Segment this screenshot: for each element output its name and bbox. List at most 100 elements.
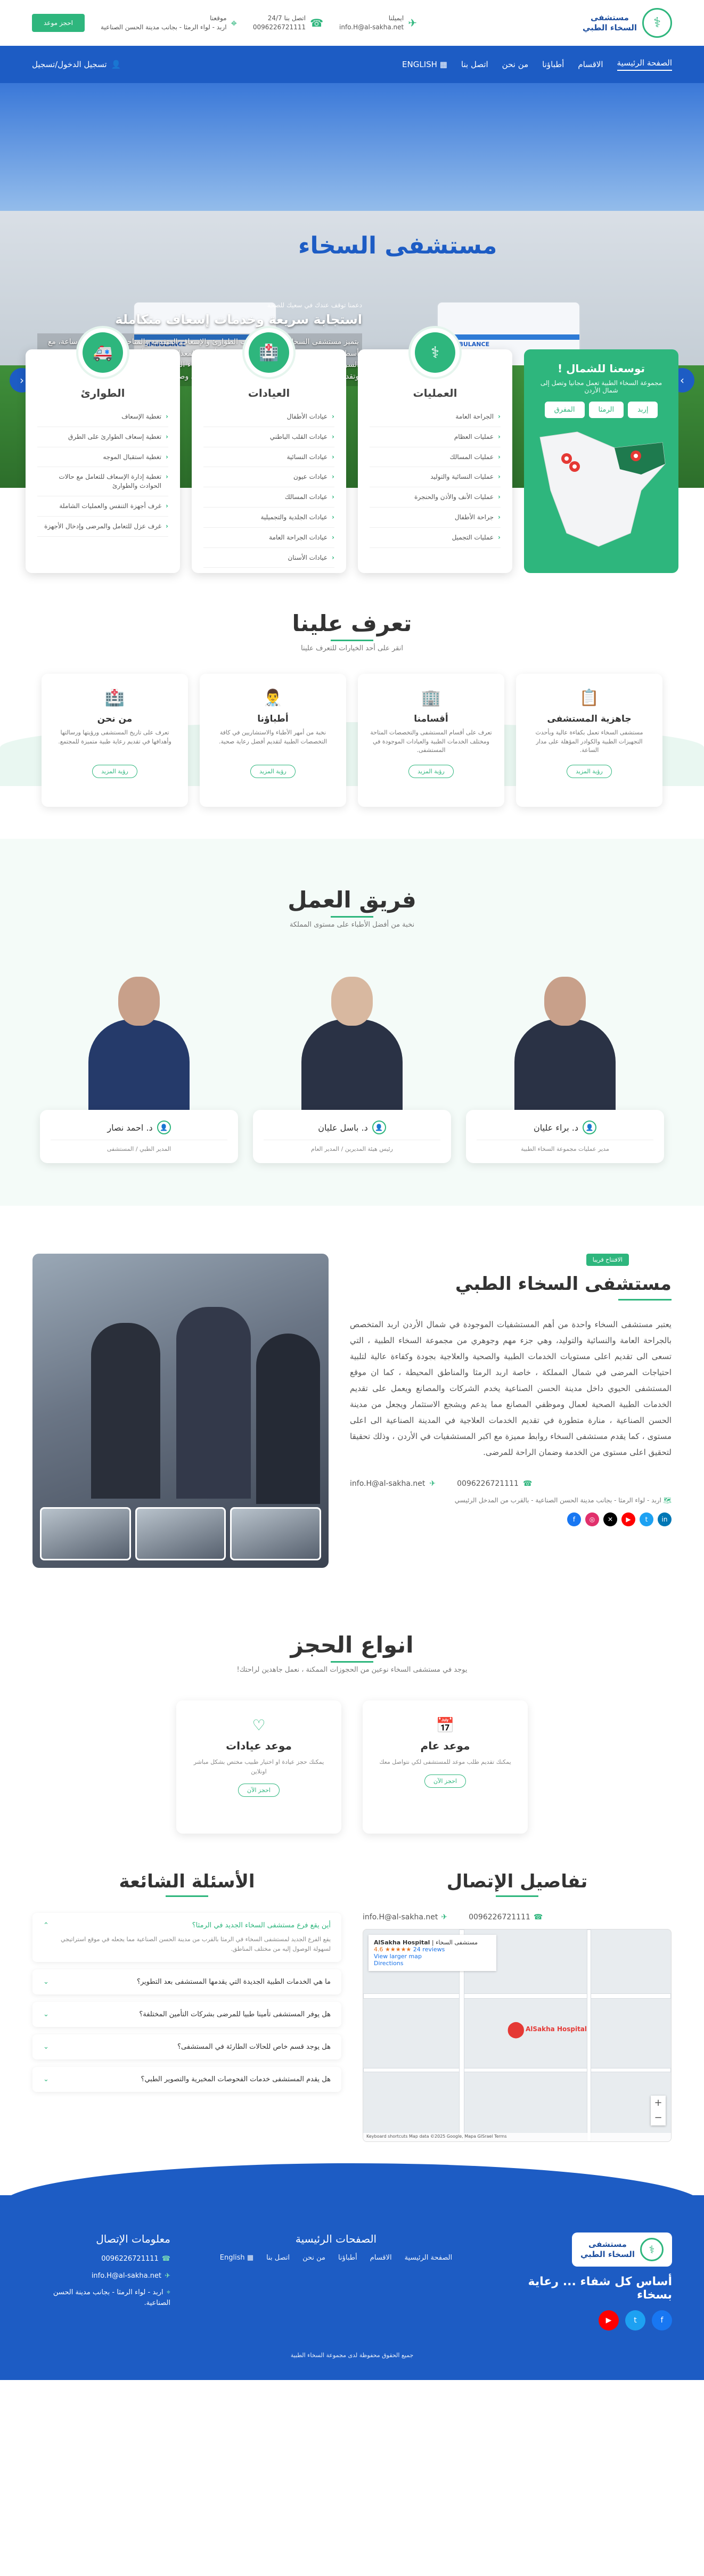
doctor-photo (466, 961, 664, 1121)
city-ramtha-button[interactable]: الرمثا (588, 402, 624, 418)
footer-link-english[interactable]: ▦ English (220, 2254, 253, 2262)
linkedin-icon[interactable]: in (658, 1512, 672, 1526)
footer-link-departments[interactable]: الاقسام (370, 2254, 392, 2262)
about-card-doctors[interactable]: 👨‍⚕ أطباؤنا نخبة من أمهر الأطباء والاستش… (200, 674, 346, 807)
list-item[interactable]: عيادات عيون (203, 467, 334, 488)
top-location[interactable]: ⌖ موقعنا اربد - لواء الرمثا - بجانب مدين… (101, 14, 237, 32)
list-item[interactable]: عمليات الأنف والأذن والحنجرة (370, 487, 501, 508)
about-card-departments[interactable]: 🏢 أقسامنا تعرف على أقسام المستشفى والتخص… (358, 674, 504, 807)
faq-item[interactable]: هل يقدم المستشفى خدمات الفحوصات المخبرية… (32, 2067, 341, 2092)
login-register-link[interactable]: 👤 تسجيل الدخول/تسجيل (32, 60, 121, 69)
instagram-icon[interactable]: ◎ (585, 1512, 599, 1526)
site-logo[interactable]: ⚕ مستشفى السخاء الطبي (583, 8, 672, 38)
thumbnail[interactable] (230, 1507, 322, 1560)
booking-card-general[interactable]: 📅 موعد عام يمكنك تقديم طلب موعد للمستشفى… (363, 1700, 528, 1834)
nav-departments[interactable]: الاقسام (578, 60, 603, 69)
book-now-button[interactable]: احجز الآن (238, 1784, 280, 1797)
team-card[interactable]: 👤 د. براء عليان مدير عمليات مجموعة السخاء… (466, 961, 664, 1163)
list-item[interactable]: الجراحة العامة (370, 407, 501, 427)
footer-link-doctors[interactable]: أطباؤنا (338, 2254, 357, 2262)
list-item[interactable]: غرف أجهزة التنفس والعمليات الشاملة (37, 496, 168, 517)
map-reviews-link[interactable]: 24 reviews (413, 1946, 445, 1953)
facebook-icon[interactable]: f (652, 2310, 672, 2330)
faq-item[interactable]: هل يوجد قسم خاص للحالات الطارئة في المست… (32, 2034, 341, 2060)
google-map[interactable]: AlSakha Hospital | مستشفى السخاء 4.6 ★★★… (363, 1929, 672, 2142)
location-label: موقعنا (210, 14, 227, 22)
footer-logo[interactable]: ⚕ مستشفى السخاء الطبي (571, 2232, 672, 2267)
location-pin-icon[interactable] (569, 461, 580, 472)
list-item[interactable]: عيادات المسالك (203, 487, 334, 508)
youtube-icon[interactable]: ▶ (621, 1512, 635, 1526)
thumbnail[interactable] (40, 1507, 131, 1560)
list-item[interactable]: عمليات النسائية والتوليد (370, 467, 501, 488)
footer-link-about[interactable]: من نحن (302, 2254, 325, 2262)
list-item[interactable]: عيادات الجراحة العامة (203, 528, 334, 548)
map-pin-icon[interactable]: ⬤ (507, 2020, 525, 2039)
zoom-out-button[interactable]: − (651, 2111, 666, 2125)
list-item[interactable]: غرف عزل للتعامل والمرضى وإدخال الأجهزة (37, 517, 168, 537)
see-more-button[interactable]: رؤية المزيد (408, 765, 454, 778)
team-card[interactable]: 👤 د. احمد نصار المدير الطبي / المستشفى (40, 961, 238, 1163)
about-card-who-we-are[interactable]: 🏥 من نحن تعرف على تاريخ المستشفى ورؤيتها… (42, 674, 188, 807)
book-appointment-button[interactable]: احجز موعد (32, 14, 85, 32)
booking-card-clinics[interactable]: ♡ موعد عيادات يمكنك حجز عيادة او اختيار … (176, 1700, 341, 1834)
list-item[interactable]: تغطية إدارة الإسعاف للتعامل مع حالات الح… (37, 467, 168, 496)
hospital-address: 🗺 اربد - لواء الرمثا - بجانب مدينة الحسن… (454, 1496, 672, 1504)
view-larger-map-link[interactable]: View larger map (374, 1953, 491, 1960)
list-item[interactable]: عيادات الأسنان (203, 548, 334, 568)
see-more-button[interactable]: رؤية المزيد (567, 765, 612, 778)
map-attribution: Keyboard shortcuts Map data ©2025 Google… (363, 2133, 671, 2141)
directions-link[interactable]: Directions (374, 1960, 491, 1967)
faq-item[interactable]: هل يوفر المستشفى تأمينا طبيا للمرضى بشرك… (32, 2002, 341, 2027)
nav-doctors[interactable]: أطباؤنا (542, 60, 564, 69)
contact-phone-link[interactable]: ☎0096226721111 (469, 1913, 543, 1921)
paper-plane-icon: ✈ (429, 1479, 436, 1488)
top-email[interactable]: ✈ ايميلنا info.H@al-sakha.net (339, 14, 417, 32)
contact-email-link[interactable]: ✈info.H@al-sakha.net (363, 1913, 447, 1921)
nav-about[interactable]: من نحن (502, 60, 529, 69)
list-item[interactable]: عيادات القلب الباطني (203, 427, 334, 447)
faq-item-open[interactable]: أين يقع فرع مستشفى السخاء الجديد في الرم… (32, 1913, 341, 1962)
phone-value: 0096226721111 (252, 23, 306, 31)
footer-link-contact[interactable]: اتصل بنا (266, 2254, 290, 2262)
youtube-icon[interactable]: ▶ (599, 2310, 619, 2330)
location-pin-icon[interactable] (561, 453, 572, 464)
thumbnail[interactable] (135, 1507, 226, 1560)
see-more-button[interactable]: رؤية المزيد (250, 765, 296, 778)
footer-link-home[interactable]: الصفحة الرئيسية (405, 2254, 453, 2262)
twitter-icon[interactable]: t (640, 1512, 653, 1526)
list-item[interactable]: تغطية استقبال الموجه (37, 447, 168, 468)
map-card-title: توسعنا للشمال ! (557, 362, 645, 375)
list-item[interactable]: جراحة الأطفال (370, 508, 501, 528)
nav-contact[interactable]: اتصل بنا (461, 60, 488, 69)
list-item[interactable]: عيادات النسائية (203, 447, 334, 468)
book-now-button[interactable]: احجز الآن (424, 1774, 466, 1788)
list-item[interactable]: تغطية الإسعاف (37, 407, 168, 427)
city-irbid-button[interactable]: إربد (628, 402, 658, 418)
list-item[interactable]: عيادات الجلدية والتجميلية (203, 508, 334, 528)
about-card-readiness[interactable]: 📋 جاهزية المستشفى مستشفى السخاء تعمل بكف… (516, 674, 662, 807)
location-pin-icon[interactable] (631, 451, 641, 461)
list-item[interactable]: عمليات المسالك (370, 447, 501, 468)
facebook-icon[interactable]: f (567, 1512, 581, 1526)
list-item[interactable]: عمليات التجميل (370, 528, 501, 548)
x-twitter-icon[interactable]: ✕ (603, 1512, 617, 1526)
list-item[interactable]: عمليات العظام (370, 427, 501, 447)
list-item[interactable]: عيادات الأطفال (203, 407, 334, 427)
city-mafraq-button[interactable]: المفرق (544, 402, 585, 418)
footer-phone[interactable]: ☎0096226721111 (32, 2254, 170, 2264)
hospital-icon: 🏥 (249, 332, 289, 373)
top-phone[interactable]: ☎ اتصل بنا 24/7 0096226721111 (253, 14, 323, 32)
see-more-button[interactable]: رؤية المزيد (92, 765, 137, 778)
zoom-in-button[interactable]: + (651, 2096, 666, 2111)
list-item[interactable]: تغطية إسعاف الطوارئ على الطرق (37, 427, 168, 447)
hospital-email-link[interactable]: ✈info.H@al-sakha.net (350, 1479, 436, 1488)
twitter-icon[interactable]: t (625, 2310, 645, 2330)
nav-home[interactable]: الصفحة الرئيسية (617, 58, 672, 71)
faq-item[interactable]: ما هي الخدمات الطبية الجديدة التي يقدمها… (32, 1969, 341, 1995)
team-card[interactable]: 👤 د. باسل عليان رئيس هيئة المديرين / المد… (253, 961, 451, 1163)
calendar-icon: 📅 (436, 1716, 455, 1734)
hospital-phone-link[interactable]: ☎0096226721111 (457, 1479, 532, 1488)
footer-email[interactable]: ✈info.H@al-sakha.net (32, 2271, 170, 2281)
nav-language[interactable]: ▦ ENGLISH (402, 60, 447, 69)
